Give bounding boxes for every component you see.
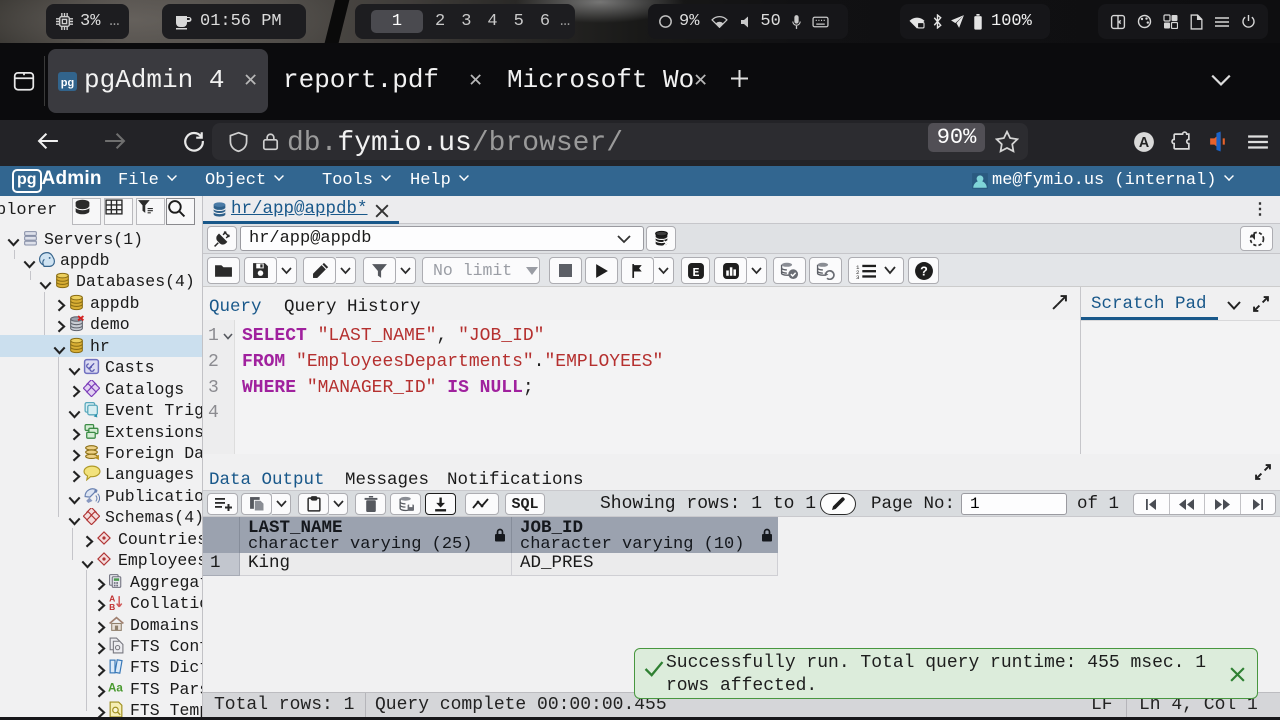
svg-text:3: 3	[856, 273, 860, 278]
svg-text:Aa: Aa	[108, 682, 123, 695]
svg-text:pg: pg	[61, 77, 74, 89]
svg-text:E: E	[692, 266, 699, 279]
svg-text:A: A	[1139, 135, 1149, 151]
svg-text:?: ?	[920, 264, 928, 278]
svg-text:B: B	[109, 602, 115, 611]
